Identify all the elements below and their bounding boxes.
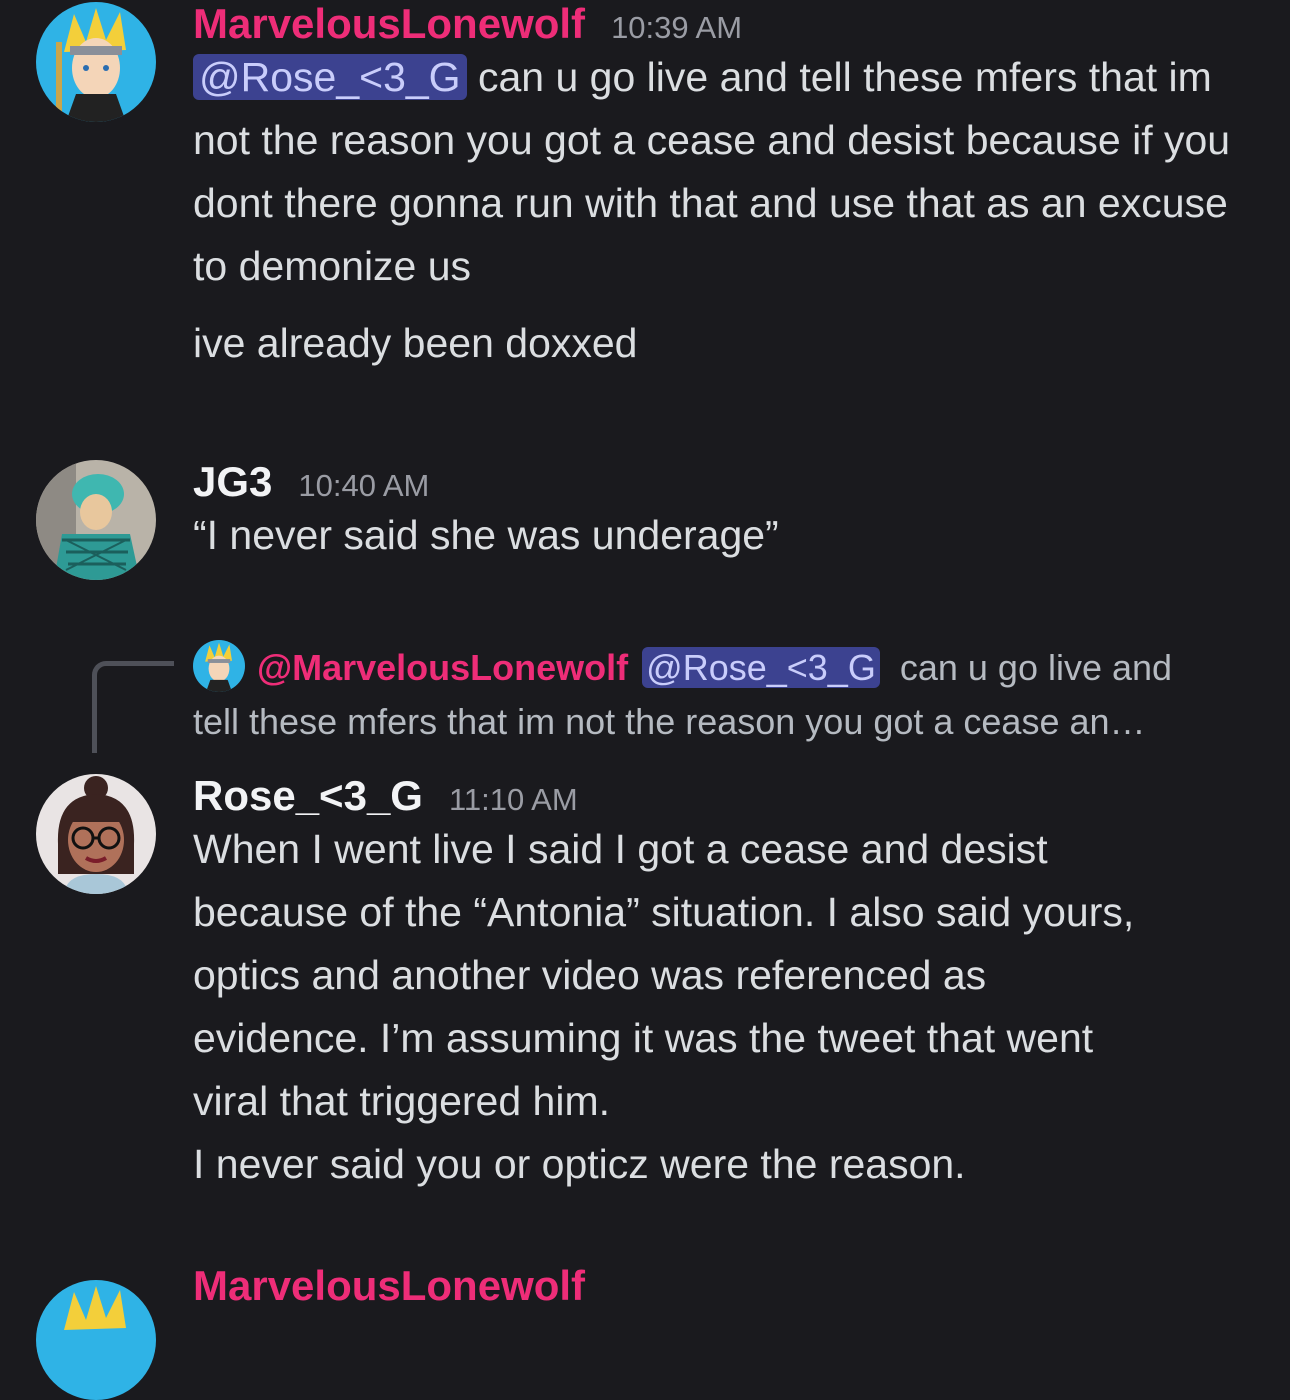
reply-preview[interactable]: @MarvelousLonewolf @Rose_<3_G can u go li… [193,640,1260,749]
reply-connector [92,661,174,753]
message-header: JG3 10:40 AM [193,458,1260,506]
mention-rose[interactable]: @Rose_<3_G [193,54,467,100]
message-text: @Rose_<3_G can u go live and tell these … [193,46,1260,298]
avatar-marvelouslonewolf[interactable] [36,1280,156,1400]
anime-avatar-icon [36,2,156,122]
timestamp: 10:40 AM [298,468,430,503]
avatar-marvelouslonewolf[interactable] [36,2,156,122]
reply-preview-text: can u go live and [899,647,1173,688]
avatar-rose[interactable] [36,774,156,894]
reply-author[interactable]: @MarvelousLonewolf [257,647,628,688]
message-header: MarvelousLonewolf 10:39 AM [193,0,1260,48]
anime-avatar-icon [193,640,245,692]
username[interactable]: MarvelousLonewolf [193,0,585,48]
message-text-followup: ive already been doxxed [193,320,638,366]
message-text: “I never said she was underage” [193,512,779,558]
username[interactable]: MarvelousLonewolf [193,1262,585,1310]
reply-avatar [193,640,245,692]
jojo-avatar-icon [36,460,156,580]
timestamp: 10:39 AM [611,10,743,45]
message-text: When I went live I said I got a cease an… [193,826,1135,1187]
username[interactable]: JG3 [193,458,272,506]
message-header: Rose_<3_G 11:10 AM [193,772,1260,820]
message-header: MarvelousLonewolf [193,1262,1260,1310]
reply-preview-text-2: tell these mfers that im not the reason … [193,701,1146,742]
anime-avatar-icon [36,1280,156,1400]
avatar-jg3[interactable] [36,460,156,580]
timestamp: 11:10 AM [448,782,578,817]
bitmoji-avatar-icon [36,774,156,894]
username[interactable]: Rose_<3_G [193,772,423,820]
reply-mention[interactable]: @Rose_<3_G [642,647,880,688]
